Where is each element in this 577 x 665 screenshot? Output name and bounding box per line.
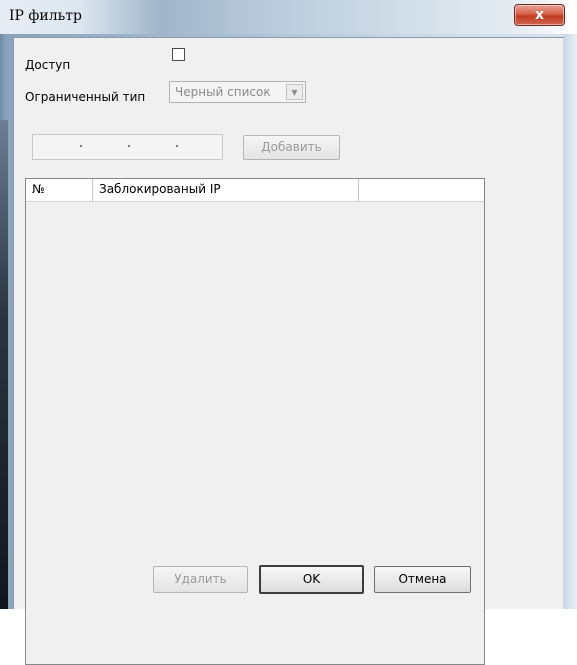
enable-label: Доступ <box>25 58 71 72</box>
restricted-type-select[interactable]: Черный список ▼ <box>169 81 306 103</box>
ip-octet-separator <box>128 145 130 147</box>
column-header-number[interactable]: № <box>26 179 93 201</box>
cancel-button[interactable]: Отмена <box>374 566 471 593</box>
restricted-type-label: Ограниченный тип <box>25 90 146 104</box>
column-header-blocked-ip[interactable]: Заблокированый IP <box>93 179 359 201</box>
delete-button[interactable]: Удалить <box>153 566 248 593</box>
window-left-border <box>0 120 8 609</box>
ip-octet-separator <box>176 145 178 147</box>
enable-checkbox[interactable] <box>172 48 185 61</box>
chevron-down-icon: ▼ <box>291 87 298 97</box>
column-header-empty[interactable] <box>359 179 484 201</box>
table-header: № Заблокированый IP <box>26 179 484 202</box>
close-icon: x <box>534 7 545 23</box>
ip-octet-separator <box>80 145 82 147</box>
dialog-body: Доступ Ограниченный тип Черный список ▼ … <box>14 38 563 665</box>
dropdown-button[interactable]: ▼ <box>286 84 303 100</box>
ok-button[interactable]: OK <box>259 565 364 594</box>
close-button[interactable]: x <box>514 4 565 26</box>
add-button[interactable]: Добавить <box>243 135 340 160</box>
title-bar[interactable]: IP фильтр x <box>0 0 577 34</box>
window-right-border <box>563 34 577 609</box>
restricted-type-value: Черный список <box>175 85 271 99</box>
ip-address-input[interactable] <box>32 134 223 160</box>
window-title: IP фильтр <box>9 8 82 24</box>
